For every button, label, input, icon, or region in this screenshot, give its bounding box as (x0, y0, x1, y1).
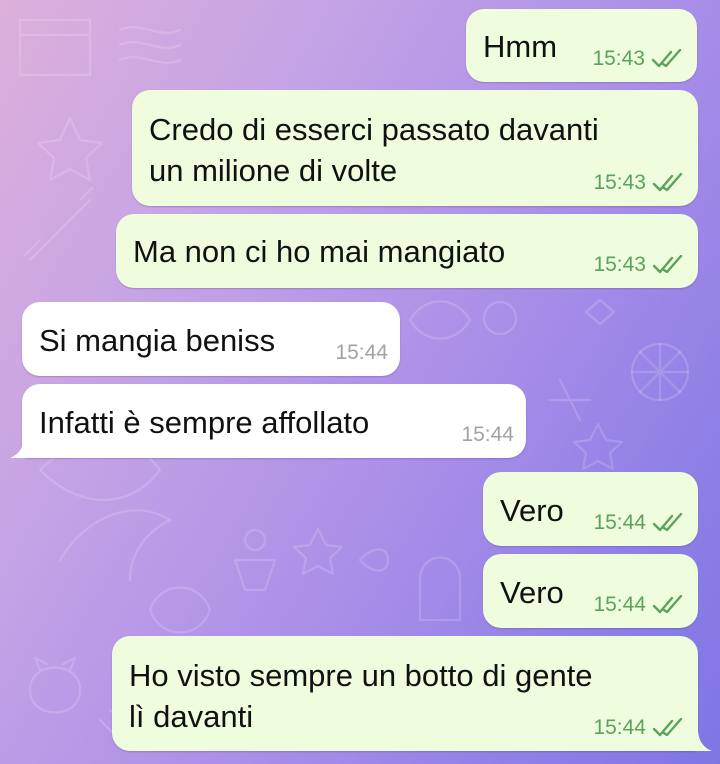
double-check-icon (652, 255, 683, 274)
message-time: 15:44 (593, 593, 646, 616)
bubble-tail (10, 436, 32, 458)
double-check-icon (651, 49, 682, 68)
message-meta: 15:43 (593, 253, 686, 277)
message-bubble-incoming[interactable]: Infatti è sempre affollato 15:44 (10, 384, 526, 458)
message-text: Infatti è sempre affollato (39, 405, 370, 440)
message-bubble-outgoing[interactable]: Credo di esserci passato davanti un mili… (132, 90, 698, 206)
message-meta: 15:44 (335, 341, 388, 365)
message-text: Vero (500, 575, 564, 610)
message-meta: 15:44 (593, 716, 686, 740)
message-bubble-outgoing[interactable]: Ma non ci ho mai mangiato 15:43 (116, 214, 698, 288)
message-bubble-outgoing[interactable]: Hmm 15:43 (466, 9, 697, 82)
message-bubble-outgoing[interactable]: Vero 15:44 (483, 554, 698, 628)
message-text: lì davanti (129, 699, 254, 734)
message-text: Vero (500, 493, 564, 528)
double-check-icon (652, 595, 683, 614)
message-time: 15:43 (593, 171, 646, 194)
message-text: Credo di esserci passato davanti (149, 112, 599, 147)
message-meta: 15:43 (592, 47, 685, 71)
message-time: 15:44 (593, 511, 646, 534)
message-bubble-outgoing[interactable]: Vero 15:44 (483, 472, 698, 546)
double-check-icon (652, 513, 683, 532)
message-text: Ho visto sempre un botto di gente (129, 658, 593, 693)
message-meta: 15:44 (461, 423, 514, 447)
message-text: Hmm (483, 29, 558, 64)
double-check-icon (652, 173, 683, 192)
message-meta: 15:44 (593, 593, 686, 617)
message-meta: 15:44 (593, 511, 686, 535)
message-bubble-outgoing[interactable]: Ho visto sempre un botto di gente lì dav… (112, 636, 712, 751)
message-text: Ma non ci ho mai mangiato (133, 234, 506, 269)
bubble-tail (690, 729, 712, 751)
double-check-icon (652, 718, 683, 737)
message-bubble-incoming[interactable]: Si mangia beniss 15:44 (22, 302, 400, 376)
message-time: 15:44 (335, 341, 388, 364)
message-time: 15:44 (461, 423, 514, 446)
message-text: un milione di volte (149, 153, 398, 188)
message-meta: 15:43 (593, 171, 686, 195)
message-text: Si mangia beniss (39, 323, 276, 358)
message-time: 15:44 (593, 716, 646, 739)
message-time: 15:43 (592, 47, 645, 70)
message-time: 15:43 (593, 253, 646, 276)
